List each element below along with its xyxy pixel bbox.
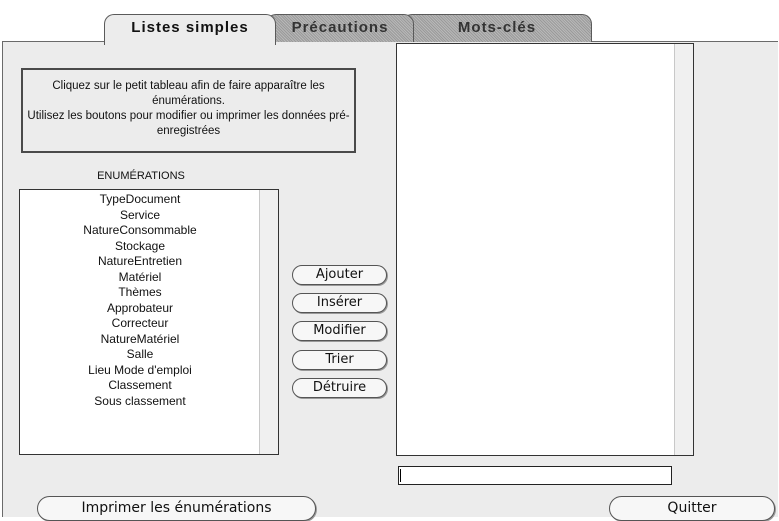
enumeration-item[interactable]: Lieu Mode d'emploi [20,363,260,379]
modifier-button[interactable]: Modifier [292,321,387,341]
enumeration-item[interactable]: TypeDocument [20,192,260,208]
enumeration-item[interactable]: Thèmes [20,285,260,301]
tab-bar: Listes simples Précautions Mots-clés [0,0,779,45]
detruire-button[interactable]: Détruire [292,378,387,398]
values-list[interactable] [396,43,694,456]
enumeration-item[interactable]: Sous classement [20,394,260,410]
text-caret [400,469,401,482]
print-enumerations-button[interactable]: Imprimer les énumérations [37,496,316,521]
enumeration-item[interactable]: Salle [20,347,260,363]
enumerations-scrollbar[interactable] [259,190,278,454]
enumeration-item[interactable]: NatureEntretien [20,254,260,270]
enumeration-item[interactable]: Classement [20,378,260,394]
tab-listes-simples[interactable]: Listes simples [104,14,276,45]
instructions-text: Cliquez sur le petit tableau afin de fai… [27,80,350,137]
enumeration-item[interactable]: Matériel [20,270,260,286]
value-input[interactable] [398,466,672,485]
values-scrollbar[interactable] [674,44,693,455]
tab-mots-cles[interactable]: Mots-clés [402,14,592,42]
trier-button[interactable]: Trier [292,350,387,370]
quit-button[interactable]: Quitter [609,496,775,521]
enumerations-label: ENUMÉRATIONS [97,170,185,182]
ajouter-button[interactable]: Ajouter [292,265,387,285]
enumeration-item[interactable]: NatureMatériel [20,332,260,348]
enumeration-item[interactable]: Service [20,208,260,224]
tab-precautions[interactable]: Précautions [266,14,414,42]
enumeration-item[interactable]: NatureConsommable [20,223,260,239]
enumeration-item[interactable]: Approbateur [20,301,260,317]
enumeration-item[interactable]: Stockage [20,239,260,255]
inserer-button[interactable]: Insérer [292,293,387,313]
enumerations-list[interactable]: TypeDocument Service NatureConsommable Stoc… [19,189,279,455]
enumeration-item[interactable]: Correcteur [20,316,260,332]
instructions-box: Cliquez sur le petit tableau afin de fai… [21,68,356,153]
